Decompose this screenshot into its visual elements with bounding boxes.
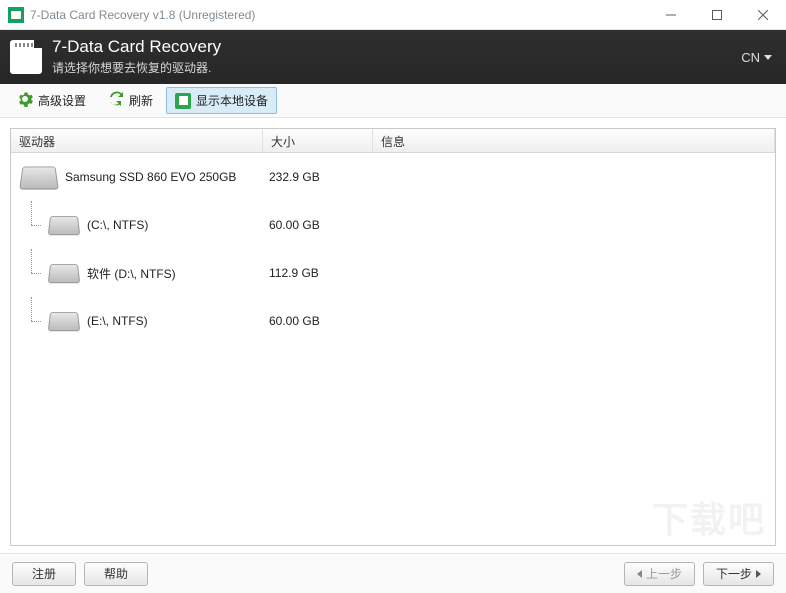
drive-row[interactable]: 软件 (D:\, NTFS) 112.9 GB [11, 249, 775, 297]
app-title: 7-Data Card Recovery [52, 38, 221, 57]
language-selector[interactable]: CN [741, 50, 772, 65]
bottom-bar: 注册 帮助 上一步 下一步 [0, 553, 786, 593]
drive-row[interactable]: (E:\, NTFS) 60.00 GB [11, 297, 775, 345]
drive-list-panel: 驱动器 大小 信息 Samsung SSD 860 EVO 250GB 232.9… [10, 128, 776, 546]
tree-connector [27, 297, 39, 345]
show-local-devices-button[interactable]: 显示本地设备 [166, 87, 277, 114]
tree-connector [27, 249, 39, 297]
column-header-size[interactable]: 大小 [263, 129, 373, 152]
drive-size: 60.00 GB [263, 314, 373, 328]
column-header-drive[interactable]: 驱动器 [11, 129, 263, 152]
tree-connector [27, 201, 39, 249]
advanced-settings-button[interactable]: 高级设置 [8, 86, 95, 115]
hdd-icon [21, 165, 57, 189]
minimize-button[interactable] [648, 0, 694, 30]
titlebar: 7-Data Card Recovery v1.8 (Unregistered) [0, 0, 786, 30]
triangle-left-icon [637, 570, 642, 578]
list-header: 驱动器 大小 信息 [11, 129, 775, 153]
chevron-down-icon [764, 55, 772, 60]
drive-size: 112.9 GB [263, 266, 373, 280]
hdd-icon [49, 263, 79, 283]
drive-row[interactable]: Samsung SSD 860 EVO 250GB 232.9 GB [11, 153, 775, 201]
help-button[interactable]: 帮助 [84, 562, 148, 586]
next-button[interactable]: 下一步 [703, 562, 774, 586]
sd-card-icon [10, 40, 42, 74]
column-header-info[interactable]: 信息 [373, 129, 775, 152]
device-icon [175, 93, 191, 109]
hdd-icon [49, 311, 79, 331]
drive-row[interactable]: (C:\, NTFS) 60.00 GB [11, 201, 775, 249]
header-banner: 7-Data Card Recovery 请选择你想要去恢复的驱动器. CN [0, 30, 786, 84]
gear-icon [17, 91, 33, 110]
drive-label: 软件 (D:\, NTFS) [87, 265, 176, 282]
maximize-button[interactable] [694, 0, 740, 30]
drive-label: (C:\, NTFS) [87, 218, 148, 232]
app-icon [8, 7, 24, 23]
drive-size: 232.9 GB [263, 170, 373, 184]
drive-size: 60.00 GB [263, 218, 373, 232]
window-title: 7-Data Card Recovery v1.8 (Unregistered) [30, 8, 255, 22]
refresh-button[interactable]: 刷新 [99, 86, 162, 115]
refresh-label: 刷新 [129, 92, 153, 109]
toolbar: 高级设置 刷新 显示本地设备 [0, 84, 786, 118]
prev-label: 上一步 [646, 565, 682, 582]
refresh-icon [108, 91, 124, 110]
show-local-devices-label: 显示本地设备 [196, 92, 268, 109]
drive-label: (E:\, NTFS) [87, 314, 148, 328]
language-label: CN [741, 50, 760, 65]
prev-button[interactable]: 上一步 [624, 562, 695, 586]
next-label: 下一步 [716, 565, 752, 582]
hdd-icon [49, 215, 79, 235]
register-button[interactable]: 注册 [12, 562, 76, 586]
triangle-right-icon [756, 570, 761, 578]
help-label: 帮助 [104, 565, 128, 582]
app-subtitle: 请选择你想要去恢复的驱动器. [52, 59, 221, 76]
register-label: 注册 [32, 565, 56, 582]
advanced-settings-label: 高级设置 [38, 92, 86, 109]
drive-label: Samsung SSD 860 EVO 250GB [65, 170, 236, 184]
close-button[interactable] [740, 0, 786, 30]
list-body: Samsung SSD 860 EVO 250GB 232.9 GB (C:\, N… [11, 153, 775, 545]
